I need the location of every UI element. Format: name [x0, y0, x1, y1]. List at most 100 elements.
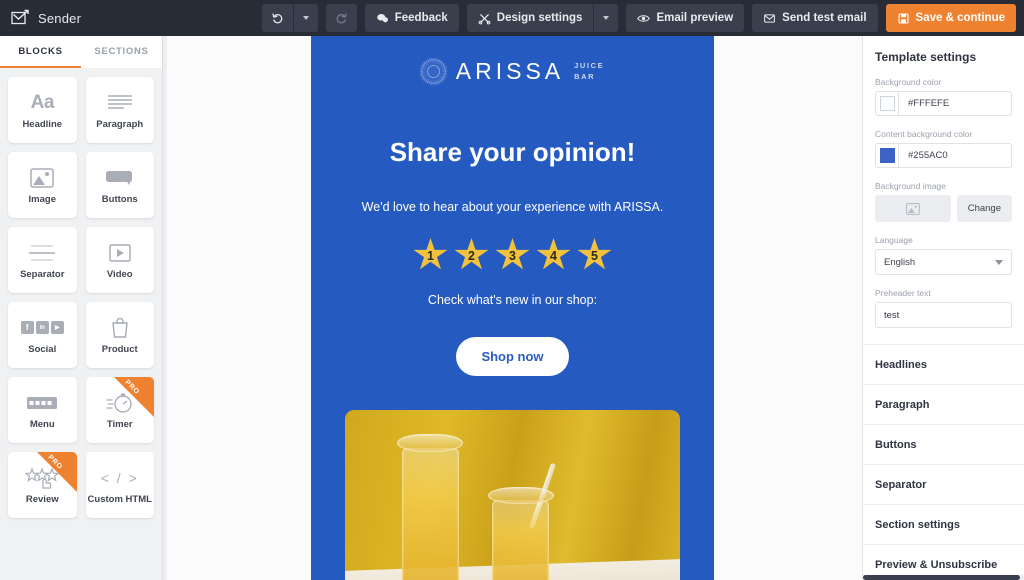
block-video[interactable]: Video	[86, 227, 155, 293]
shopping-bag-icon	[110, 315, 130, 341]
block-label: Headline	[22, 120, 62, 131]
block-buttons[interactable]: Buttons	[86, 152, 155, 218]
floppy-disk-icon	[897, 12, 910, 25]
email-preview-button[interactable]: Email preview	[626, 4, 744, 32]
language-value: English	[884, 257, 915, 268]
accordion-label: Paragraph	[875, 399, 929, 411]
language-select[interactable]: English	[875, 249, 1012, 275]
scissors-icon	[478, 12, 491, 25]
separator-icon	[29, 240, 55, 266]
app-brand[interactable]: Sender	[0, 8, 81, 28]
email-paragraph[interactable]: We'd love to hear about your experience …	[311, 168, 714, 214]
block-product[interactable]: Product	[86, 302, 155, 368]
accordion-buttons[interactable]: Buttons	[863, 424, 1024, 464]
background-color-swatch[interactable]	[876, 92, 899, 115]
block-paragraph[interactable]: Paragraph	[86, 77, 155, 143]
background-color-value: #FFFEFE	[899, 98, 949, 109]
accordion-paragraph[interactable]: Paragraph	[863, 384, 1024, 424]
background-color-label: Background color	[875, 77, 1012, 87]
preheader-text-input[interactable]: test	[875, 302, 1012, 328]
blocks-sidebar: BLOCKS SECTIONS Aa Headline	[0, 36, 163, 580]
block-timer[interactable]: PRO Timer	[86, 377, 155, 443]
change-background-image-button[interactable]: Change	[957, 195, 1012, 222]
menu-bar-icon	[27, 390, 57, 416]
content-background-color-field[interactable]: #255AC0	[875, 143, 1012, 168]
stars-hand-icon	[25, 465, 59, 491]
block-menu[interactable]: Menu	[8, 377, 77, 443]
block-separator[interactable]: Separator	[8, 227, 77, 293]
background-image-preview[interactable]	[875, 195, 951, 222]
accordion-headlines[interactable]: Headlines	[863, 344, 1024, 384]
tab-sections[interactable]: SECTIONS	[81, 36, 162, 68]
accordion-label: Section settings	[875, 519, 960, 531]
email-rating-stars[interactable]: 1 2 3 4 5	[311, 214, 714, 271]
template-settings-body: Template settings Background color #FFFE…	[863, 36, 1024, 328]
rating-star-5[interactable]: 5	[578, 238, 612, 271]
accordion-label: Preview & Unsubscribe	[875, 559, 997, 571]
undo-button[interactable]	[262, 4, 293, 32]
juice-bottles-photo	[345, 410, 680, 580]
eye-icon	[637, 12, 650, 25]
email-preview-label: Email preview	[656, 12, 733, 24]
tab-blocks[interactable]: BLOCKS	[0, 36, 81, 68]
top-toolbar: Sender	[0, 0, 1024, 36]
tab-blocks-label: BLOCKS	[18, 46, 62, 57]
block-label: Buttons	[102, 195, 138, 206]
send-test-email-button[interactable]: Send test email	[752, 4, 877, 32]
canvas-scrollbar[interactable]	[163, 36, 167, 580]
email-sub-line2: BAR	[574, 72, 595, 81]
preheader-text-label: Preheader text	[875, 288, 1012, 298]
undo-dropdown-button[interactable]	[294, 4, 318, 32]
block-image[interactable]: Image	[8, 152, 77, 218]
star-number: 3	[509, 249, 516, 263]
email-logo-block[interactable]: ARISSA JUICE BAR	[311, 36, 714, 99]
star-number: 5	[591, 249, 598, 263]
picture-placeholder-icon	[906, 203, 920, 215]
shop-now-button[interactable]: Shop now	[456, 337, 568, 376]
accordion-section-settings[interactable]: Section settings	[863, 504, 1024, 544]
tab-sections-label: SECTIONS	[94, 46, 148, 57]
block-social[interactable]: f in ▶ Social	[8, 302, 77, 368]
envelope-check-icon	[10, 8, 30, 28]
rating-star-4[interactable]: 4	[537, 238, 571, 271]
content-background-color-label: Content background color	[875, 129, 1012, 139]
content-background-color-value: #255AC0	[899, 150, 948, 161]
email-headline[interactable]: Share your opinion!	[311, 99, 714, 168]
block-headline[interactable]: Aa Headline	[8, 77, 77, 143]
email-builder-app: Sender	[0, 0, 1024, 580]
accordion-label: Headlines	[875, 359, 927, 371]
code-icon: < / >	[101, 465, 139, 491]
email-hero-image-block[interactable]	[311, 376, 714, 580]
feedback-button[interactable]: Feedback	[365, 4, 459, 32]
linkedin-icon: in	[36, 321, 49, 334]
play-box-icon	[109, 240, 131, 266]
block-review[interactable]: PRO Review	[8, 452, 77, 518]
block-label: Custom HTML	[88, 495, 152, 506]
picture-icon	[30, 165, 54, 191]
toolbar-actions: Feedback Design settings	[262, 4, 1016, 32]
content-background-color-swatch[interactable]	[876, 144, 899, 167]
design-settings-button[interactable]: Design settings	[467, 4, 594, 32]
stopwatch-icon	[106, 390, 134, 416]
chevron-down-icon	[995, 260, 1003, 265]
block-label: Paragraph	[96, 120, 143, 131]
email-preview-content: ARISSA JUICE BAR Share your opinion! We'…	[311, 36, 714, 580]
design-settings-dropdown-button[interactable]	[594, 4, 618, 32]
rating-star-2[interactable]: 2	[455, 238, 489, 271]
social-icons: f in ▶	[21, 315, 64, 341]
email-wordmark-sub: JUICE BAR	[574, 61, 604, 81]
accordion-separator[interactable]: Separator	[863, 464, 1024, 504]
panel-horizontal-scrollbar[interactable]	[863, 575, 1024, 580]
block-label: Menu	[30, 420, 55, 431]
feedback-label: Feedback	[395, 12, 448, 24]
rating-star-3[interactable]: 3	[496, 238, 530, 271]
arissa-circle-emblem-icon	[421, 59, 446, 84]
block-label: Social	[28, 345, 56, 356]
email-shop-prompt[interactable]: Check what's new in our shop:	[311, 271, 714, 307]
rating-star-1[interactable]: 1	[414, 238, 448, 271]
language-label: Language	[875, 235, 1012, 245]
background-color-field[interactable]: #FFFEFE	[875, 91, 1012, 116]
redo-button[interactable]	[326, 4, 357, 32]
block-custom-html[interactable]: < / > Custom HTML	[86, 452, 155, 518]
save-and-continue-button[interactable]: Save & continue	[886, 4, 1016, 32]
